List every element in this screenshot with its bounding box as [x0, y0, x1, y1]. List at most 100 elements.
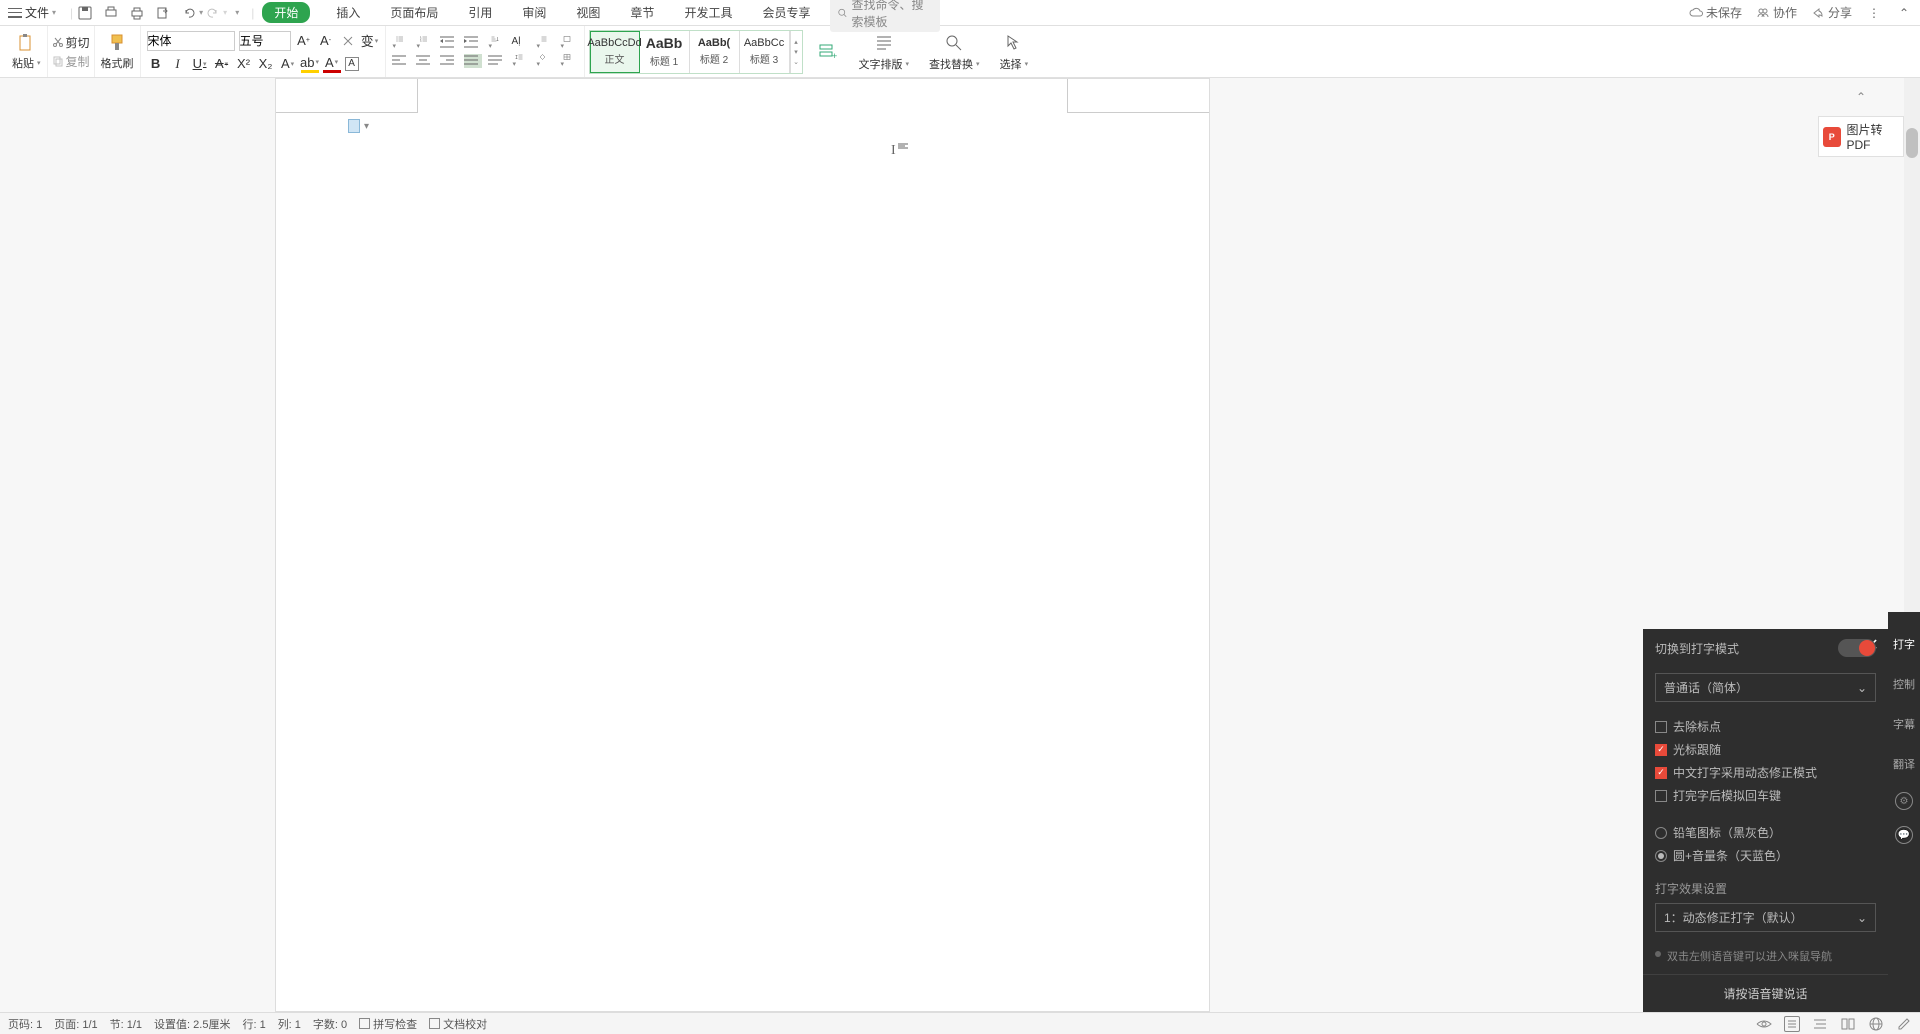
document-page[interactable]: ▾ I [275, 78, 1210, 1012]
text-direction-button[interactable]: Aḷ [512, 36, 530, 50]
collapse-ribbon-icon[interactable]: ⌃ [1896, 5, 1912, 21]
bullets-button[interactable]: ▾ [392, 36, 410, 50]
undo-icon[interactable] [181, 5, 197, 21]
paste-icon[interactable] [14, 33, 38, 53]
styles-down-icon[interactable]: ▾ [794, 48, 798, 56]
indent-left-button[interactable] [440, 36, 458, 50]
image-to-pdf-button[interactable]: P 图片转PDF [1818, 116, 1904, 157]
align-right-button[interactable] [440, 54, 458, 68]
styles-expand-icon[interactable]: ⌄ [793, 58, 799, 66]
style-h3[interactable]: AaBbCc标题 3 [740, 31, 790, 73]
print-preview-icon[interactable] [103, 5, 119, 21]
redo-dropdown[interactable]: ▾ [223, 8, 227, 17]
status-col[interactable]: 列: 1 [278, 1016, 301, 1032]
char-border-button[interactable]: A [345, 57, 359, 71]
effect-select[interactable]: 1：动态修正打字（默认） ⌄ [1655, 903, 1876, 932]
font-size-select[interactable] [239, 31, 291, 51]
share-button[interactable]: 分享 [1811, 4, 1852, 21]
select-button[interactable]: 选择▾ [990, 26, 1039, 77]
dynamic-correct-checkbox[interactable]: ✓中文打字采用动态修正模式 [1655, 764, 1876, 781]
tab-layout[interactable]: 页面布局 [386, 2, 442, 23]
tab-ref[interactable]: 引用 [464, 2, 496, 23]
find-replace-button[interactable]: 查找替换▾ [919, 26, 990, 77]
numbering-button[interactable]: 123▾ [416, 36, 434, 50]
phonetic-icon[interactable]: 变▾ [361, 32, 379, 50]
sort-button[interactable]: ▾ [488, 36, 506, 50]
eye-icon[interactable] [1756, 1016, 1772, 1032]
remove-punct-checkbox[interactable]: 去除标点 [1655, 718, 1876, 735]
italic-button[interactable]: I [169, 55, 187, 73]
tab-section[interactable]: 章节 [626, 2, 658, 23]
status-position[interactable]: 设置值: 2.5厘米 [154, 1016, 230, 1032]
spell-check-toggle[interactable]: 拼写检查 [359, 1016, 417, 1032]
shading-button[interactable]: ▾ [536, 54, 554, 68]
gear-icon[interactable]: ⚙ [1895, 792, 1913, 810]
typeset-button[interactable]: 文字排版▾ [849, 26, 920, 77]
status-section[interactable]: 节: 1/1 [110, 1016, 142, 1032]
page-view-icon[interactable] [1784, 1016, 1800, 1032]
outline-view-icon[interactable] [1812, 1016, 1828, 1032]
collab-button[interactable]: 协作 [1756, 4, 1797, 21]
language-select[interactable]: 普通话（简体） ⌄ [1655, 673, 1876, 702]
underline-button[interactable]: U▾ [191, 55, 209, 73]
highlight-button[interactable]: ab▾ [301, 55, 319, 73]
new-style-button[interactable]: + [807, 26, 849, 77]
vtab-subtitle[interactable]: 字幕 [1893, 712, 1915, 736]
indent-right-button[interactable] [464, 36, 482, 50]
side-collapse-icon[interactable]: ⌃ [1818, 88, 1904, 106]
style-h1[interactable]: AaBb标题 1 [640, 31, 690, 73]
line-spacing-button[interactable]: ▾ [512, 54, 530, 68]
unsaved-indicator[interactable]: 未保存 [1689, 4, 1742, 21]
status-words[interactable]: 字数: 0 [313, 1016, 347, 1032]
align-justify-button[interactable] [464, 54, 482, 68]
vtab-control[interactable]: 控制 [1893, 672, 1915, 696]
align-left-button[interactable] [392, 54, 410, 68]
undo-dropdown[interactable]: ▾ [199, 8, 203, 17]
circle-style-radio[interactable]: 圆+音量条（天蓝色） [1655, 847, 1876, 864]
strike-button[interactable]: A▾ [213, 55, 231, 73]
status-page[interactable]: 页面: 1/1 [54, 1016, 97, 1032]
paste-button[interactable]: 粘贴▾ [12, 55, 41, 71]
text-effect-button[interactable]: A▾ [279, 55, 297, 73]
more-icon[interactable]: ⋮ [1866, 5, 1882, 21]
style-h2[interactable]: AaBb(标题 2 [690, 31, 740, 73]
para-settings-top-button[interactable]: ▾ [560, 36, 578, 50]
tab-view[interactable]: 视图 [572, 2, 604, 23]
proof-toggle[interactable]: 文档校对 [429, 1016, 487, 1032]
typing-mode-toggle[interactable] [1838, 639, 1876, 657]
styles-gallery[interactable]: AaBbCcDd正文 AaBb标题 1 AaBb(标题 2 AaBbCc标题 3… [589, 30, 803, 74]
file-menu[interactable]: 文件 ▾ [8, 4, 56, 21]
vtab-typing[interactable]: 打字 [1893, 632, 1915, 656]
tab-start[interactable]: 开始 [262, 2, 310, 23]
tab-insert[interactable]: 插入 [332, 2, 364, 23]
pencil-style-radio[interactable]: 铅笔图标（黑灰色） [1655, 824, 1876, 841]
tab-vip[interactable]: 会员专享 [758, 2, 814, 23]
align-center-button[interactable] [416, 54, 434, 68]
borders-button[interactable]: ▾ [560, 54, 578, 68]
cut-button[interactable]: 剪切 [52, 34, 90, 51]
bold-button[interactable]: B [147, 55, 165, 73]
clear-format-icon[interactable] [339, 32, 357, 50]
tab-dev[interactable]: 开发工具 [680, 2, 736, 23]
subscript-button[interactable]: X₂ [257, 55, 275, 73]
line-spacing-top-button[interactable]: ▾ [536, 36, 554, 50]
copy-button[interactable]: 复制 [52, 53, 90, 70]
status-page-num[interactable]: 页码: 1 [8, 1016, 42, 1032]
redo-icon[interactable] [205, 5, 221, 21]
brush-icon[interactable] [108, 33, 126, 53]
export-icon[interactable] [155, 5, 171, 21]
style-body[interactable]: AaBbCcDd正文 [590, 31, 640, 73]
simulate-enter-checkbox[interactable]: 打完字后模拟回车键 [1655, 787, 1876, 804]
save-icon[interactable] [77, 5, 93, 21]
qat-more[interactable]: ▾ [235, 8, 239, 17]
vtab-translate[interactable]: 翻译 [1893, 752, 1915, 776]
superscript-button[interactable]: X² [235, 55, 253, 73]
align-distribute-button[interactable] [488, 54, 506, 68]
edit-icon[interactable] [1896, 1016, 1912, 1032]
print-icon[interactable] [129, 5, 145, 21]
tab-review[interactable]: 审阅 [518, 2, 550, 23]
read-view-icon[interactable] [1840, 1016, 1856, 1032]
brush-label[interactable]: 格式刷 [101, 55, 134, 71]
font-color-button[interactable]: A▾ [323, 55, 341, 73]
styles-up-icon[interactable]: ▴ [794, 38, 798, 46]
